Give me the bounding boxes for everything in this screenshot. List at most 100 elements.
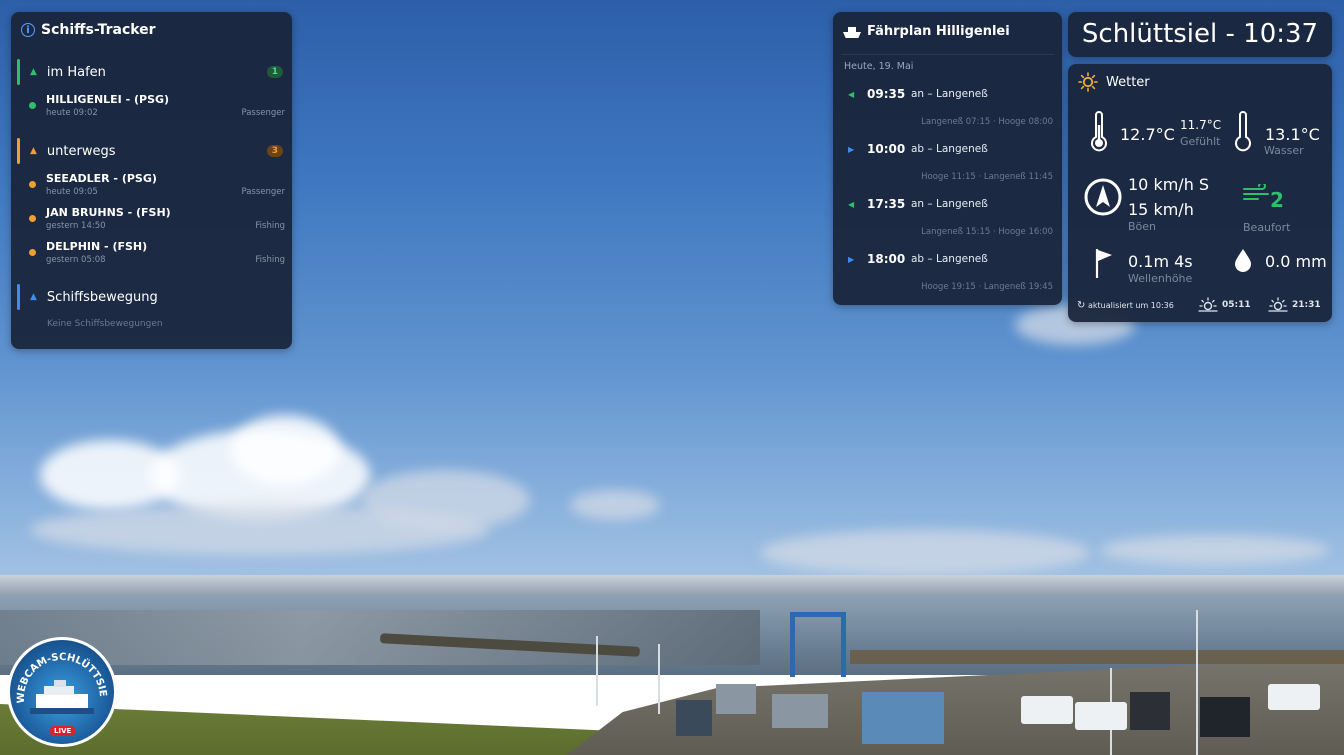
vessel-time: heute 09:05 bbox=[46, 187, 98, 197]
location-clock-panel: Schlüttsiel - 10:37 bbox=[1068, 12, 1332, 57]
vessel-type: Fishing bbox=[255, 221, 285, 231]
ship-tracker-panel: i Schiffs-Tracker ▲ im Hafen 1 HILLIGENL… bbox=[11, 12, 292, 349]
container bbox=[772, 694, 828, 728]
arrival-arrow-icon: ◀ bbox=[848, 90, 855, 99]
van bbox=[1021, 696, 1073, 724]
departure-route: ab – Langeneß bbox=[911, 253, 988, 265]
cloud bbox=[570, 490, 660, 520]
tracker-title: Schiffs-Tracker bbox=[41, 22, 156, 38]
departure-row[interactable]: ▶ 10:00 ab – Langeneß Hooge 11:15 · Lang… bbox=[848, 142, 1053, 192]
schedule-date: Heute, 19. Mai bbox=[844, 61, 914, 72]
vessel-time: heute 09:02 bbox=[46, 108, 98, 118]
group-unterwegs[interactable]: ▲ unterwegs 3 bbox=[17, 138, 283, 164]
triangle-up-icon: ▲ bbox=[30, 292, 37, 302]
departure-time: 18:00 bbox=[867, 252, 906, 266]
departure-arrow-icon: ▶ bbox=[848, 145, 855, 154]
cloud bbox=[30, 505, 490, 555]
weather-title: Wetter bbox=[1106, 74, 1150, 90]
departure-stops: Langeneß 07:15 · Hooge 08:00 bbox=[921, 117, 1053, 127]
vessel-name: JAN BRUHNS - (FSH) bbox=[46, 206, 171, 219]
beaufort-label: Beaufort bbox=[1243, 221, 1291, 234]
ship-crane bbox=[790, 612, 846, 677]
wind-speed: 10 km/h S bbox=[1128, 175, 1210, 194]
vessel-type: Passenger bbox=[241, 108, 285, 118]
departure-time: 17:35 bbox=[867, 197, 906, 211]
lamp-post bbox=[658, 644, 660, 714]
lamp-post bbox=[596, 636, 598, 706]
departure-route: an – Langeneß bbox=[911, 198, 988, 210]
raindrop-icon bbox=[1235, 249, 1251, 272]
water-label: Wasser bbox=[1264, 144, 1304, 157]
group-indicator bbox=[17, 284, 20, 310]
vessel-name: DELPHIN - (FSH) bbox=[46, 240, 148, 253]
van-dark bbox=[1200, 697, 1250, 737]
wind-icon bbox=[1243, 184, 1269, 200]
location-time: Schlüttsiel - 10:37 bbox=[1081, 19, 1319, 49]
departure-row[interactable]: ◀ 17:35 an – Langeneß Langeneß 15:15 · H… bbox=[848, 197, 1053, 247]
departure-row[interactable]: ◀ 09:35 an – Langeneß Langeneß 07:15 · H… bbox=[848, 87, 1053, 137]
weather-panel: Wetter 12.7°C 11.7°C Gefühlt 13.1°C Wass… bbox=[1068, 64, 1332, 322]
wind-gusts: 15 km/h bbox=[1128, 200, 1194, 219]
status-dot bbox=[29, 215, 36, 222]
updated-time: aktualisiert um 10:36 bbox=[1088, 301, 1174, 310]
feels-like-temperature: 11.7°C bbox=[1180, 118, 1222, 132]
departure-stops: Langeneß 15:15 · Hooge 16:00 bbox=[921, 227, 1053, 237]
van bbox=[1268, 684, 1320, 710]
group-im-hafen[interactable]: ▲ im Hafen 1 bbox=[17, 59, 283, 85]
cloud bbox=[230, 415, 340, 485]
count-badge: 3 bbox=[266, 145, 283, 157]
vessel-name: HILLIGENLEI - (PSG) bbox=[46, 93, 170, 106]
divider bbox=[841, 54, 1054, 55]
thermometer-icon bbox=[1235, 111, 1251, 152]
lamp-post bbox=[1196, 610, 1198, 755]
vessel-item[interactable]: JAN BRUHNS - (FSH) gestern 14:50 Fishing bbox=[29, 206, 285, 236]
vessel-type: Fishing bbox=[255, 255, 285, 265]
truck bbox=[1130, 692, 1170, 730]
beaufort-value: 2 bbox=[1270, 188, 1284, 212]
vessel-name: SEEADLER - (PSG) bbox=[46, 172, 157, 185]
horizon bbox=[0, 575, 1344, 597]
van bbox=[1075, 702, 1127, 730]
sunrise-icon bbox=[1198, 297, 1218, 312]
departure-route: ab – Langeneß bbox=[911, 143, 988, 155]
pier bbox=[850, 650, 1344, 664]
webcam-logo: WEBCAM-SCHLÜTTSIEL LIVE bbox=[7, 637, 117, 747]
departure-stops: Hooge 11:15 · Langeneß 11:45 bbox=[921, 172, 1053, 182]
live-badge: LIVE bbox=[50, 726, 76, 736]
vessel-item[interactable]: DELPHIN - (FSH) gestern 05:08 Fishing bbox=[29, 240, 285, 270]
vessel-type: Passenger bbox=[241, 187, 285, 197]
vessel-time: gestern 14:50 bbox=[46, 221, 106, 231]
group-label: Schiffsbewegung bbox=[46, 289, 158, 305]
group-indicator bbox=[17, 59, 20, 85]
status-dot bbox=[29, 102, 36, 109]
air-temperature: 12.7°C bbox=[1120, 125, 1175, 144]
triangle-up-icon: ▲ bbox=[30, 67, 37, 77]
shelter bbox=[862, 692, 944, 744]
departure-arrow-icon: ▶ bbox=[848, 255, 855, 264]
cloud bbox=[760, 530, 1090, 575]
arrival-arrow-icon: ◀ bbox=[848, 200, 855, 209]
container bbox=[676, 700, 712, 736]
vessel-time: gestern 05:08 bbox=[46, 255, 106, 265]
group-schiffsbewegung[interactable]: ▲ Schiffsbewegung bbox=[17, 284, 283, 310]
departure-row[interactable]: ▶ 18:00 ab – Langeneß Hooge 19:15 · Lang… bbox=[848, 252, 1053, 302]
vessel-item[interactable]: HILLIGENLEI - (PSG) heute 09:02 Passenge… bbox=[29, 93, 285, 123]
precipitation: 0.0 mm bbox=[1265, 252, 1327, 271]
wave-height-label: Wellenhöhe bbox=[1128, 272, 1193, 285]
feels-like-label: Gefühlt bbox=[1180, 135, 1221, 148]
sunset-time: 21:31 bbox=[1292, 300, 1321, 310]
departure-route: an – Langeneß bbox=[911, 88, 988, 100]
status-dot bbox=[29, 181, 36, 188]
ship-icon bbox=[843, 25, 861, 38]
triangle-up-icon: ▲ bbox=[30, 146, 37, 156]
compass-icon bbox=[1084, 178, 1122, 216]
water-temperature: 13.1°C bbox=[1265, 125, 1320, 144]
no-movements-text: Keine Schiffsbewegungen bbox=[47, 319, 163, 329]
ferry-title: Fährplan Hilligenlei bbox=[867, 24, 1010, 39]
group-indicator bbox=[17, 138, 20, 164]
gusts-label: Böen bbox=[1128, 220, 1157, 233]
vessel-item[interactable]: SEEADLER - (PSG) heute 09:05 Passenger bbox=[29, 172, 285, 202]
sun-icon bbox=[1078, 72, 1098, 92]
ferry-schedule-panel: Fährplan Hilligenlei Heute, 19. Mai ◀ 09… bbox=[833, 12, 1062, 305]
flag-icon bbox=[1095, 249, 1112, 278]
